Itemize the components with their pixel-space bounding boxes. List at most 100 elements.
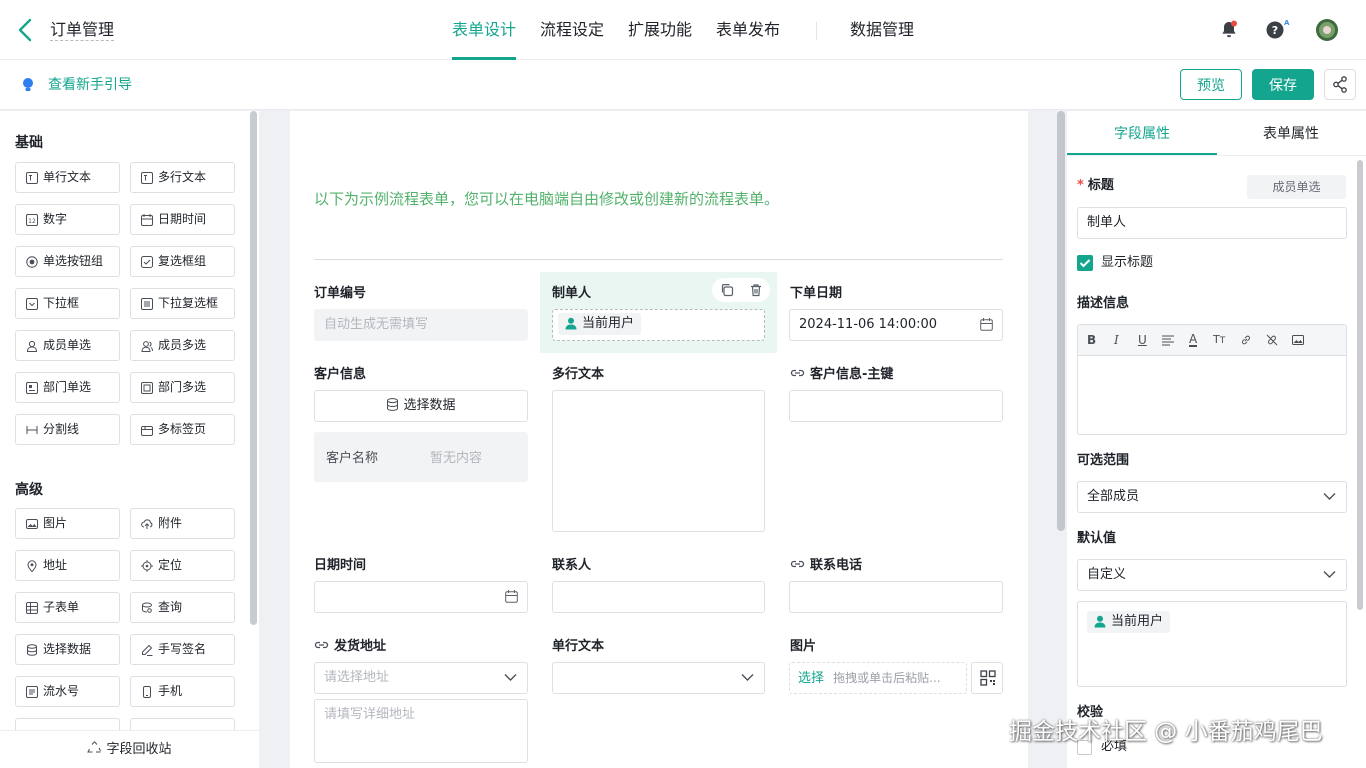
component-panel-scrollbar[interactable]: [250, 111, 257, 625]
comp-mobile[interactable]: 手机: [130, 676, 235, 707]
align-icon[interactable]: [1162, 335, 1174, 346]
comp-image[interactable]: 图片: [15, 508, 120, 539]
divider: [314, 259, 1003, 260]
creator-field[interactable]: 当前用户: [552, 309, 765, 341]
comp-subform[interactable]: 子表单: [15, 592, 120, 623]
comp-member-single[interactable]: 成员单选: [15, 330, 120, 361]
italic-icon[interactable]: I: [1114, 333, 1119, 347]
comp-attachment[interactable]: 附件: [130, 508, 235, 539]
tab-field-properties[interactable]: 字段属性: [1114, 124, 1170, 144]
svg-text:?: ?: [1272, 24, 1278, 37]
font-size-icon[interactable]: TT: [1213, 333, 1225, 346]
checkbox-icon: [141, 256, 153, 268]
comp-query[interactable]: 查询: [130, 592, 235, 623]
comp-select-data[interactable]: 选择数据: [15, 634, 120, 665]
comp-serial-number[interactable]: 流水号: [15, 676, 120, 707]
comp-multi-text[interactable]: 多行文本: [130, 162, 235, 193]
comp-datetime[interactable]: 日期时间: [130, 204, 235, 235]
preview-button[interactable]: 预览: [1180, 69, 1242, 100]
image-icon[interactable]: [1292, 334, 1304, 346]
multiline-field[interactable]: [552, 390, 765, 532]
font-color-icon[interactable]: A: [1189, 333, 1198, 347]
range-select[interactable]: 全部成员: [1077, 481, 1347, 513]
customer-key-field[interactable]: [789, 390, 1003, 422]
comp-multi-dropdown[interactable]: 下拉复选框: [130, 288, 235, 319]
guide-link[interactable]: 查看新手引导: [48, 76, 132, 94]
database-icon: [26, 644, 38, 656]
link-icon: [314, 639, 329, 651]
unlink-icon[interactable]: [1266, 334, 1278, 346]
address-select[interactable]: 请选择地址: [314, 662, 528, 694]
bell-icon[interactable]: [1218, 19, 1240, 41]
title-input[interactable]: 制单人: [1077, 207, 1347, 239]
map-pin-icon: [26, 560, 38, 572]
trash-icon[interactable]: [749, 283, 763, 297]
field-label: 日期时间: [314, 558, 367, 573]
help-ai-icon[interactable]: ? AI: [1264, 19, 1290, 41]
share-icon: [1333, 76, 1347, 93]
copy-icon[interactable]: [720, 283, 734, 297]
default-select[interactable]: 自定义: [1077, 559, 1347, 591]
comp-single-text[interactable]: 单行文本: [15, 162, 120, 193]
tab-extensions[interactable]: 扩展功能: [628, 19, 692, 41]
comp-radio-group[interactable]: 单选按钮组: [15, 246, 120, 277]
field-label: 制单人: [552, 286, 592, 301]
single-text-select[interactable]: [552, 662, 765, 694]
contact-field[interactable]: [552, 581, 765, 613]
comp-dropdown[interactable]: 下拉框: [15, 288, 120, 319]
phone-field[interactable]: [789, 581, 1003, 613]
bold-icon[interactable]: B: [1087, 333, 1096, 347]
underline-icon[interactable]: U: [1138, 333, 1147, 347]
comp-dept-multi[interactable]: 部门多选: [130, 372, 235, 403]
tab-form-design[interactable]: 表单设计: [452, 19, 516, 41]
description-editor[interactable]: B I U A TT: [1077, 324, 1347, 435]
number-icon: 12: [26, 214, 38, 226]
app-title[interactable]: 订单管理: [50, 20, 115, 41]
comp-dept-single[interactable]: 部门单选: [15, 372, 120, 403]
comp-number[interactable]: 12 数字: [15, 204, 120, 235]
svg-text:12: 12: [28, 218, 36, 225]
field-type-badge[interactable]: 成员单选: [1247, 175, 1346, 199]
link-icon[interactable]: [1240, 334, 1252, 346]
address-detail-field[interactable]: 请填写详细地址: [314, 699, 528, 763]
order-date-field[interactable]: 2024-11-06 14:00:00: [789, 309, 1003, 341]
comp-member-multi[interactable]: 成员多选: [130, 330, 235, 361]
editor-toolbar: B I U A TT: [1078, 325, 1346, 356]
image-icon: [26, 518, 38, 530]
select-data-button[interactable]: 选择数据: [314, 390, 528, 422]
save-button[interactable]: 保存: [1252, 69, 1314, 100]
properties-scrollbar[interactable]: [1357, 160, 1363, 610]
field-recycle-bin[interactable]: 字段回收站: [0, 730, 259, 768]
field-label: 联系电话: [790, 557, 862, 575]
comp-location[interactable]: 定位: [130, 550, 235, 581]
current-user-tag: 当前用户: [558, 313, 642, 335]
avatar[interactable]: [1315, 18, 1338, 41]
comp-address[interactable]: 地址: [15, 550, 120, 581]
qr-code-button[interactable]: [971, 662, 1003, 694]
tab-form-properties[interactable]: 表单属性: [1263, 124, 1319, 144]
share-button[interactable]: [1324, 69, 1356, 100]
comp-divider[interactable]: 分割线: [15, 414, 120, 445]
current-user-tag: 当前用户: [1087, 611, 1171, 633]
field-label: 多行文本: [552, 367, 605, 382]
comp-signature[interactable]: 手写签名: [130, 634, 235, 665]
field-label: 下单日期: [790, 286, 843, 301]
image-select-link[interactable]: 选择: [798, 671, 824, 686]
toolbar: [0, 60, 1366, 110]
departments-icon: [141, 382, 153, 394]
show-title-checkbox[interactable]: [1077, 255, 1093, 271]
tab-baseline: [1067, 155, 1366, 156]
pen-icon: [141, 644, 153, 656]
comp-multi-tab[interactable]: 多标签页: [130, 414, 235, 445]
order-no-field: 自动生成无需填写: [314, 309, 528, 341]
chevron-left-icon[interactable]: [14, 17, 38, 43]
canvas-scrollbar[interactable]: [1057, 111, 1065, 531]
tab-process[interactable]: 流程设定: [540, 19, 604, 41]
user-icon: [565, 317, 577, 330]
image-upload-field[interactable]: 选择 拖拽或单击后粘贴...: [789, 662, 967, 694]
datetime-field[interactable]: [314, 581, 528, 613]
default-member-box[interactable]: 当前用户: [1077, 601, 1347, 687]
comp-checkbox-group[interactable]: 复选框组: [130, 246, 235, 277]
tab-data[interactable]: 数据管理: [850, 19, 914, 41]
tab-publish[interactable]: 表单发布: [716, 19, 780, 41]
